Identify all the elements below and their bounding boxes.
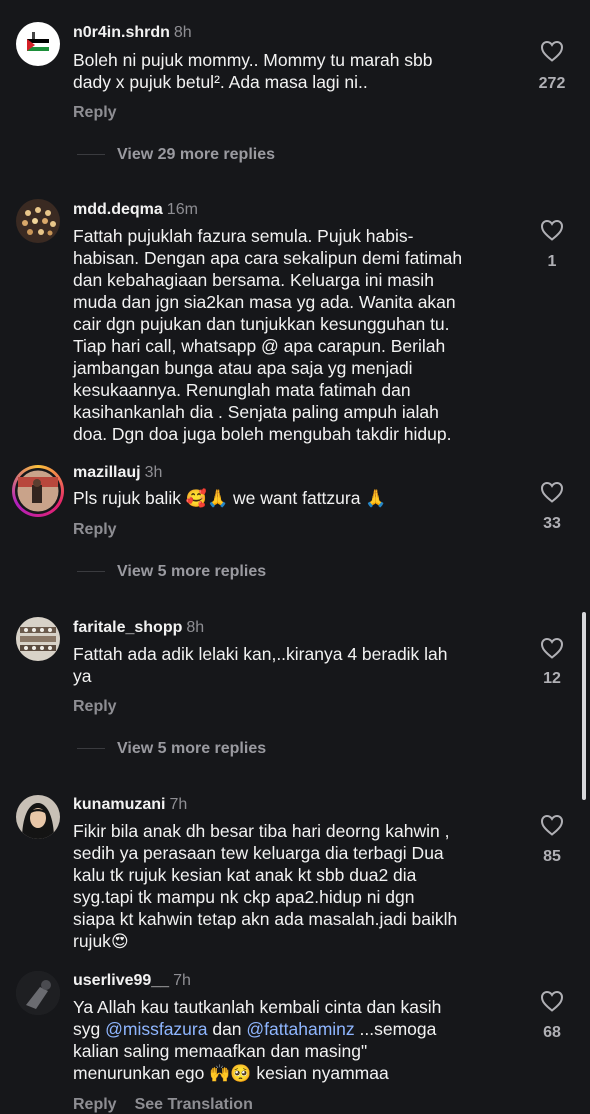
heart-icon[interactable] [536, 481, 568, 503]
like-count: 68 [543, 1024, 561, 1041]
pleading-face-emoji-icon: 🥺 [230, 1064, 252, 1084]
divider-line [77, 154, 105, 156]
view-more-label: View 29 more replies [117, 146, 276, 163]
flag-avatar-icon[interactable] [16, 22, 60, 66]
comment-text: Pls rujuk balik 🥰🙏 we want fattzura 🙏 [73, 487, 521, 510]
heart-icon[interactable] [536, 219, 568, 241]
like-count: 85 [543, 848, 561, 865]
text-segment: Pls rujuk balik [73, 488, 186, 508]
timestamp: 7h [173, 972, 191, 989]
like-count: 272 [538, 75, 566, 92]
view-more-replies[interactable]: View 5 more replies [77, 740, 266, 758]
reply-button[interactable]: Reply [73, 698, 117, 716]
comment-header: kunamuzani 7h [73, 795, 187, 815]
text-segment: Fikir bila anak dh besar tiba hari deorn… [73, 821, 458, 951]
username[interactable]: n0r4in.shrdn [73, 24, 170, 41]
text-segment: kesian nyammaa [251, 1063, 389, 1083]
divider-line [77, 571, 105, 573]
like-count: 1 [547, 253, 557, 270]
view-more-replies[interactable]: View 29 more replies [77, 146, 275, 164]
praying-hands-emoji-icon: 🙏 [207, 489, 229, 509]
mention-link[interactable]: @fattahaminz [246, 1019, 354, 1039]
reply-row: Reply See Translation [73, 1096, 253, 1114]
like-count: 12 [543, 670, 561, 687]
dark-avatar-icon[interactable] [16, 971, 60, 1015]
like-count: 33 [543, 515, 561, 532]
lights-avatar-icon[interactable] [16, 199, 60, 243]
reply-button[interactable]: Reply [73, 104, 117, 122]
timestamp: 7h [169, 796, 188, 813]
timestamp: 8h [173, 24, 192, 41]
raising-hands-emoji-icon: 🙌 [209, 1064, 231, 1084]
view-more-label: View 5 more replies [117, 563, 267, 580]
timestamp: 8h [186, 619, 205, 636]
view-more-replies[interactable]: View 5 more replies [77, 563, 266, 581]
timestamp: 16m [166, 201, 198, 218]
comment-header: userlive99__ 7h [73, 971, 191, 991]
heart-eyes-emoji-icon: 😍 [110, 932, 129, 952]
username[interactable]: userlive99__ [73, 972, 169, 989]
story-avatar-icon[interactable] [12, 465, 64, 517]
username[interactable]: faritale_shopp [73, 619, 182, 636]
comment-text: Ya Allah kau tautkanlah kembali cinta da… [73, 996, 521, 1085]
view-more-label: View 5 more replies [117, 740, 267, 757]
reply-button[interactable]: Reply [73, 521, 117, 539]
comment-header: n0r4in.shrdn 8h [73, 23, 192, 43]
reply-button[interactable]: Reply [73, 1096, 117, 1113]
heart-icon[interactable] [536, 814, 568, 836]
text-segment: dan [207, 1019, 247, 1039]
username[interactable]: mazillauj [73, 464, 141, 481]
username[interactable]: mdd.deqma [73, 201, 163, 218]
scrollbar[interactable] [582, 612, 586, 800]
comment-text: Fattah ada adik lelaki kan,..kiranya 4 b… [73, 644, 448, 686]
comment-text: Fattah pujuklah fazura semula. Pujuk hab… [73, 226, 463, 444]
comment-text: Boleh ni pujuk mommy.. Mommy tu marah sb… [73, 50, 433, 92]
timestamp: 3h [144, 464, 163, 481]
heart-icon[interactable] [536, 637, 568, 659]
comment-header: mdd.deqma 16m [73, 200, 198, 220]
see-translation-button[interactable]: See Translation [135, 1096, 253, 1113]
heart-icon[interactable] [536, 40, 568, 62]
username[interactable]: kunamuzani [73, 796, 165, 813]
mention-link[interactable]: @missfazura [105, 1019, 207, 1039]
hijab-avatar-icon[interactable] [16, 795, 60, 839]
comment-header: mazillauj 3h [73, 463, 162, 483]
products-avatar-icon[interactable] [16, 617, 60, 661]
praying-hands-emoji-icon: 🙏 [365, 489, 387, 509]
smiling-hearts-emoji-icon: 🥰 [185, 489, 207, 509]
heart-icon[interactable] [536, 990, 568, 1012]
comment-text: Fikir bila anak dh besar tiba hari deorn… [73, 820, 521, 953]
text-segment: we want fattzura [228, 488, 366, 508]
divider-line [77, 748, 105, 750]
comment-header: faritale_shopp 8h [73, 618, 204, 638]
